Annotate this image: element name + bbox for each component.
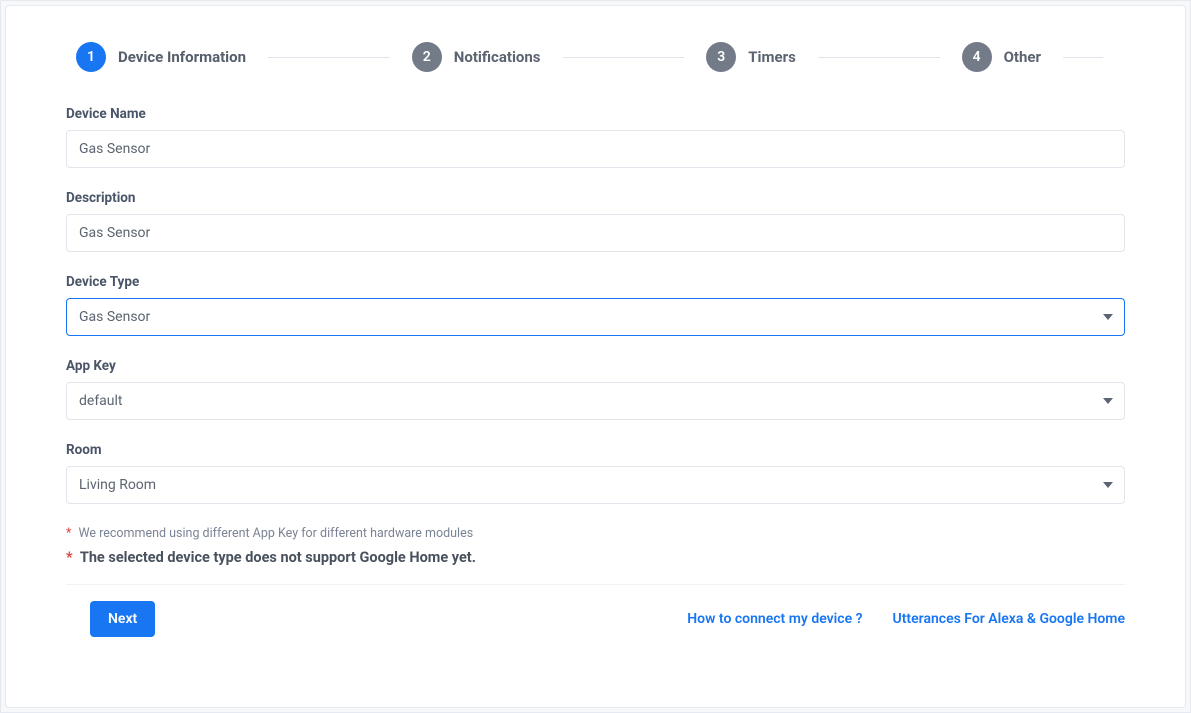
description-group: Description xyxy=(66,190,1125,252)
note-warning: * The selected device type does not supp… xyxy=(66,549,1125,566)
step-label: Device Information xyxy=(118,48,246,66)
asterisk-icon: * xyxy=(66,549,73,566)
note-recommend: * We recommend using different App Key f… xyxy=(66,526,1125,541)
step-label: Notifications xyxy=(454,48,541,66)
device-type-group: Device Type Gas Sensor xyxy=(66,274,1125,336)
footer-links: How to connect my device ? Utterances Fo… xyxy=(687,611,1125,627)
app-key-select[interactable]: default xyxy=(66,382,1125,420)
step-connector xyxy=(818,57,940,58)
step-number-badge: 4 xyxy=(962,42,992,72)
step-number-badge: 2 xyxy=(412,42,442,72)
step-device-information[interactable]: 1 Device Information xyxy=(76,42,246,72)
note-recommend-text: We recommend using different App Key for… xyxy=(79,526,474,541)
utterances-link[interactable]: Utterances For Alexa & Google Home xyxy=(893,611,1125,627)
app-key-label: App Key xyxy=(66,358,1125,374)
step-number-badge: 3 xyxy=(706,42,736,72)
device-name-label: Device Name xyxy=(66,106,1125,122)
app-key-group: App Key default xyxy=(66,358,1125,420)
asterisk-icon: * xyxy=(66,526,71,541)
room-label: Room xyxy=(66,442,1125,458)
step-connector xyxy=(563,57,685,58)
step-notifications[interactable]: 2 Notifications xyxy=(412,42,541,72)
step-connector xyxy=(268,57,390,58)
note-warning-text: The selected device type does not suppor… xyxy=(80,549,476,566)
wizard-stepper: 1 Device Information 2 Notifications 3 T… xyxy=(66,42,1125,72)
step-timers[interactable]: 3 Timers xyxy=(706,42,796,72)
connect-device-link[interactable]: How to connect my device ? xyxy=(687,611,862,627)
step-connector xyxy=(1063,57,1103,58)
notes-block: * We recommend using different App Key f… xyxy=(66,526,1125,566)
device-type-select[interactable]: Gas Sensor xyxy=(66,298,1125,336)
device-type-label: Device Type xyxy=(66,274,1125,290)
device-wizard-card: 1 Device Information 2 Notifications 3 T… xyxy=(5,5,1186,708)
divider xyxy=(66,584,1125,585)
next-button[interactable]: Next xyxy=(90,601,155,637)
room-select[interactable]: Living Room xyxy=(66,466,1125,504)
step-label: Timers xyxy=(748,48,796,66)
device-name-group: Device Name xyxy=(66,106,1125,168)
description-input[interactable] xyxy=(66,214,1125,252)
description-label: Description xyxy=(66,190,1125,206)
wizard-footer: Next How to connect my device ? Utteranc… xyxy=(66,601,1125,637)
device-name-input[interactable] xyxy=(66,130,1125,168)
step-other[interactable]: 4 Other xyxy=(962,42,1041,72)
step-label: Other xyxy=(1004,48,1041,66)
step-number-badge: 1 xyxy=(76,42,106,72)
room-group: Room Living Room xyxy=(66,442,1125,504)
